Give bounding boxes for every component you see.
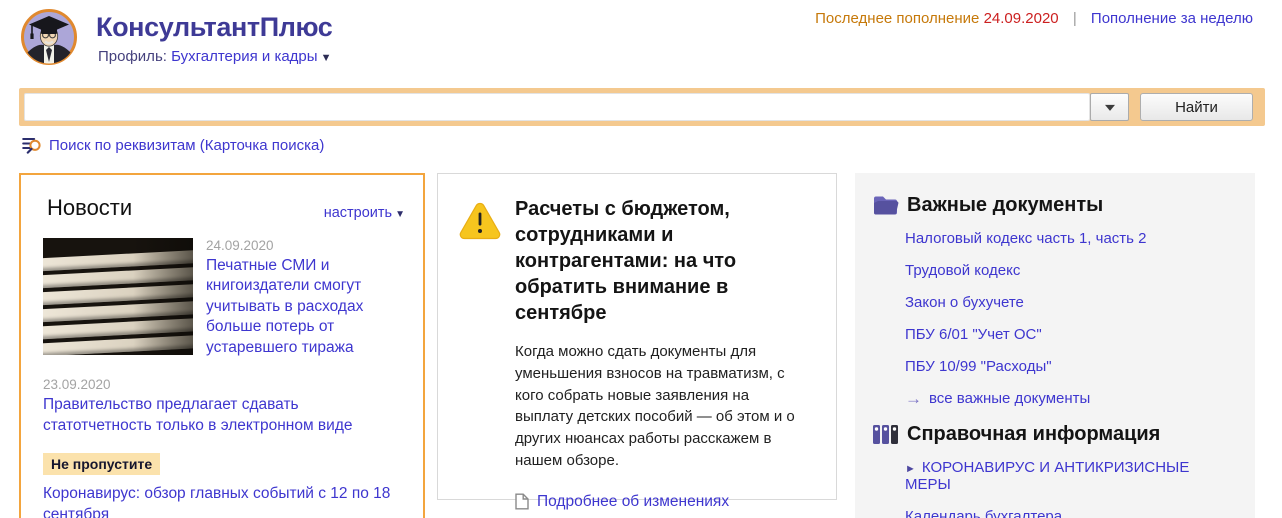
consultant-plus-home: КонсультантПлюс Профиль: Бухгалтерия и к…	[0, 0, 1282, 518]
news-panel: Новости настроить▼ 24.09.2020 Печатные С…	[19, 173, 425, 518]
news-thumbnail-newspapers[interactable]	[43, 238, 193, 355]
ref-link[interactable]: Календарь бухгалтера	[905, 508, 1235, 518]
brand-title: КонсультантПлюс	[96, 12, 332, 43]
important-docs-links: Налоговый кодекс часть 1, часть 2 Трудов…	[905, 230, 1235, 407]
requisites-search-row: Поиск по реквизитам (Карточка поиска)	[22, 136, 324, 154]
warning-icon	[458, 196, 502, 511]
chevron-down-icon[interactable]: ▼	[321, 52, 332, 64]
update-info-bar: Последнее пополнение 24.09.2020 | Пополн…	[815, 10, 1253, 27]
right-panel: Важные документы Налоговый кодекс часть …	[855, 173, 1255, 518]
feature-body: Когда можно сдать документы для уменьшен…	[515, 341, 803, 472]
document-icon	[515, 493, 529, 510]
all-important-docs-link[interactable]: все важные документы	[929, 390, 1090, 407]
folder-icon	[872, 195, 899, 216]
news-link[interactable]: Правительство предлагает сдавать статотч…	[43, 395, 401, 436]
news-item: 23.09.2020 Правительство предлагает сдав…	[43, 377, 405, 436]
doc-link[interactable]: Налоговый кодекс часть 1, часть 2	[905, 230, 1235, 247]
doc-link[interactable]: Закон о бухучете	[905, 294, 1235, 311]
more-about-changes-link[interactable]: Подробнее об изменениях	[537, 493, 729, 511]
news-item: 24.09.2020 Печатные СМИ и книгоиздатели …	[43, 238, 405, 358]
profile-row: Профиль: Бухгалтерия и кадры ▼	[98, 48, 331, 65]
feature-title: Расчеты с бюджетом, сотрудниками и контр…	[515, 196, 803, 326]
binders-icon	[872, 424, 899, 445]
important-docs-title: Важные документы	[907, 194, 1103, 217]
weekly-update-link[interactable]: Пополнение за неделю	[1091, 10, 1253, 27]
last-update-label: Последнее пополнение	[815, 10, 979, 27]
coronavirus-digest-link[interactable]: Коронавирус: обзор главных событий с 12 …	[43, 484, 405, 518]
dont-miss-badge: Не пропустите	[43, 453, 160, 475]
news-date: 24.09.2020	[206, 238, 398, 253]
find-button[interactable]: Найти	[1140, 93, 1253, 121]
coronavirus-measures-link[interactable]: ►КОРОНАВИРУС И АНТИКРИЗИСНЫЕ МЕРЫ	[905, 459, 1235, 493]
last-update-date: 24.09.2020	[984, 10, 1059, 27]
chevron-down-icon	[1105, 105, 1115, 111]
search-input[interactable]	[24, 93, 1090, 121]
doc-link[interactable]: Трудовой кодекс	[905, 262, 1235, 279]
pointer-right-icon: ►	[905, 463, 916, 475]
arrow-right-icon: →	[905, 390, 922, 407]
separator: |	[1073, 10, 1077, 27]
consultant-plus-logo-icon	[19, 7, 79, 67]
chevron-down-icon[interactable]: ▼	[395, 209, 405, 220]
card-search-icon	[22, 136, 42, 154]
feature-panel: Расчеты с бюджетом, сотрудниками и контр…	[437, 173, 837, 500]
requisites-search-link[interactable]: Поиск по реквизитам (Карточка поиска)	[49, 137, 324, 154]
profile-selector[interactable]: Бухгалтерия и кадры	[171, 48, 317, 65]
configure-news-link[interactable]: настроить	[324, 205, 392, 221]
news-link[interactable]: Печатные СМИ и книгоиздатели смогут учит…	[206, 256, 398, 358]
reference-info-links: ►КОРОНАВИРУС И АНТИКРИЗИСНЫЕ МЕРЫ Календ…	[905, 459, 1235, 518]
search-band: Найти	[19, 88, 1265, 126]
news-date: 23.09.2020	[43, 377, 405, 392]
doc-link[interactable]: ПБУ 10/99 "Расходы"	[905, 358, 1235, 375]
doc-link[interactable]: ПБУ 6/01 "Учет ОС"	[905, 326, 1235, 343]
news-panel-title: Новости	[47, 195, 132, 221]
search-history-dropdown-button[interactable]	[1090, 93, 1129, 121]
reference-info-title: Справочная информация	[907, 423, 1160, 446]
profile-label: Профиль:	[98, 48, 167, 65]
